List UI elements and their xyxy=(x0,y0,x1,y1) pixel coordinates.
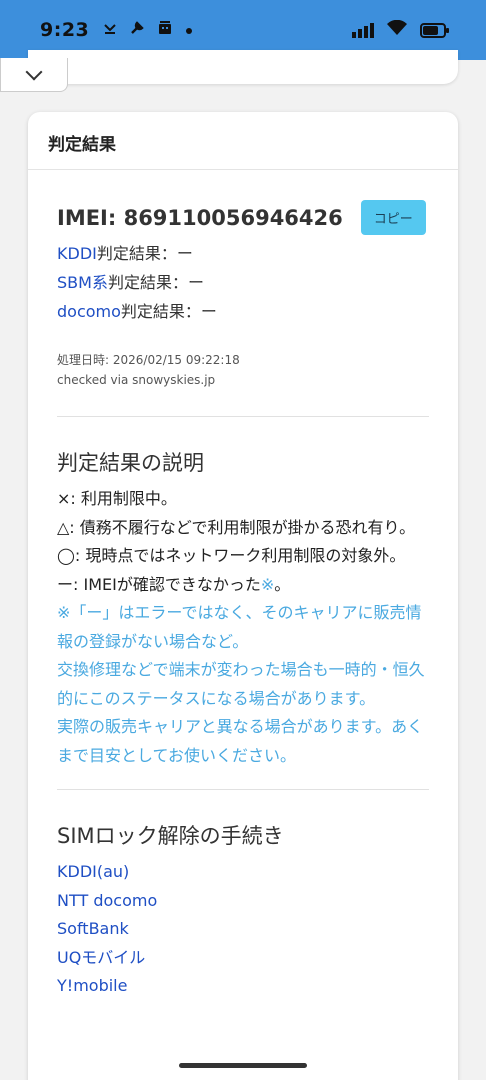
kddi-link[interactable]: KDDI xyxy=(57,244,97,263)
signal-icon xyxy=(352,22,374,38)
explanation-title: 判定結果の説明 xyxy=(57,451,204,475)
docomo-link[interactable]: docomo xyxy=(57,302,121,321)
simlock-link-ymobile[interactable]: Y!mobile xyxy=(57,972,429,1001)
simlock-links: KDDI(au) NTT docomo SoftBank UQモバイル Y!mo… xyxy=(57,858,429,1001)
divider xyxy=(57,416,429,417)
result-sbm: SBM系判定結果：ー xyxy=(57,273,204,292)
dot-icon xyxy=(185,21,193,39)
note-guideline: 実際の販売キャリアと異なる場合があります。あくまで目安としてお使いください。 xyxy=(57,717,424,765)
result-kddi: KDDI判定結果：ー xyxy=(57,244,193,263)
robot-icon xyxy=(157,20,173,40)
divider xyxy=(57,789,429,790)
explanation-circle: ◯: 現時点ではネットワーク利用制限の対象外。 xyxy=(57,546,406,565)
battery-icon xyxy=(420,22,449,38)
home-indicator[interactable] xyxy=(179,1063,307,1068)
simlock-link-kddi[interactable]: KDDI(au) xyxy=(57,858,429,887)
note-repair: 交換修理などで端末が変わった場合も一時的・恒久的にこのステータスになる場合があり… xyxy=(57,660,425,708)
sbm-link[interactable]: SBM系 xyxy=(57,273,108,292)
result-docomo: docomo判定結果：ー xyxy=(57,302,217,321)
status-notification-icons xyxy=(103,20,193,40)
result-card: 判定結果 IMEI: 869110056946426 コピー KDDI判定結果：… xyxy=(28,112,458,1080)
status-time: 9:23 xyxy=(40,19,90,41)
chevron-down-icon xyxy=(25,63,43,80)
simlock-link-softbank[interactable]: SoftBank xyxy=(57,915,429,944)
processed-time: 処理日時: 2026/02/15 09:22:18 xyxy=(57,353,240,367)
meta-info: 処理日時: 2026/02/15 09:22:18 checked via sn… xyxy=(57,350,429,390)
card-body: IMEI: 869110056946426 コピー KDDI判定結果：ー SBM… xyxy=(28,170,458,1001)
wrench-icon xyxy=(129,20,145,40)
explanation-x: ×: 利用制限中。 xyxy=(57,489,177,508)
imei-text: IMEI: 869110056946426 xyxy=(57,205,343,230)
download-done-icon xyxy=(103,21,117,39)
explanation-dash: ー: IMEIが確認できなかった※。 xyxy=(57,574,291,594)
copy-button[interactable]: コピー xyxy=(360,200,426,235)
asterisk-mark: ※ xyxy=(260,574,275,594)
note-error: ※「ー」はエラーではなく、そのキャリアに販売情報の登録がない場合など。 xyxy=(57,603,422,651)
results-list: KDDI判定結果：ー SBM系判定結果：ー docomo判定結果：ー xyxy=(57,239,429,326)
simlock-link-uq[interactable]: UQモバイル xyxy=(57,944,429,973)
simlock-title: SIMロック解除の手続き xyxy=(57,824,284,848)
checked-via: checked via snowyskies.jp xyxy=(57,373,216,387)
card-header: 判定結果 xyxy=(28,112,458,170)
previous-card-bottom xyxy=(28,50,458,84)
imei-row: IMEI: 869110056946426 コピー xyxy=(57,200,429,235)
simlock-link-docomo[interactable]: NTT docomo xyxy=(57,887,429,916)
wifi-icon xyxy=(386,19,408,40)
status-system-icons xyxy=(352,19,449,40)
collapse-toggle-button[interactable] xyxy=(0,58,68,92)
explanation-triangle: △: 債務不履行などで利用制限が掛かる恐れ有り。 xyxy=(57,517,416,537)
